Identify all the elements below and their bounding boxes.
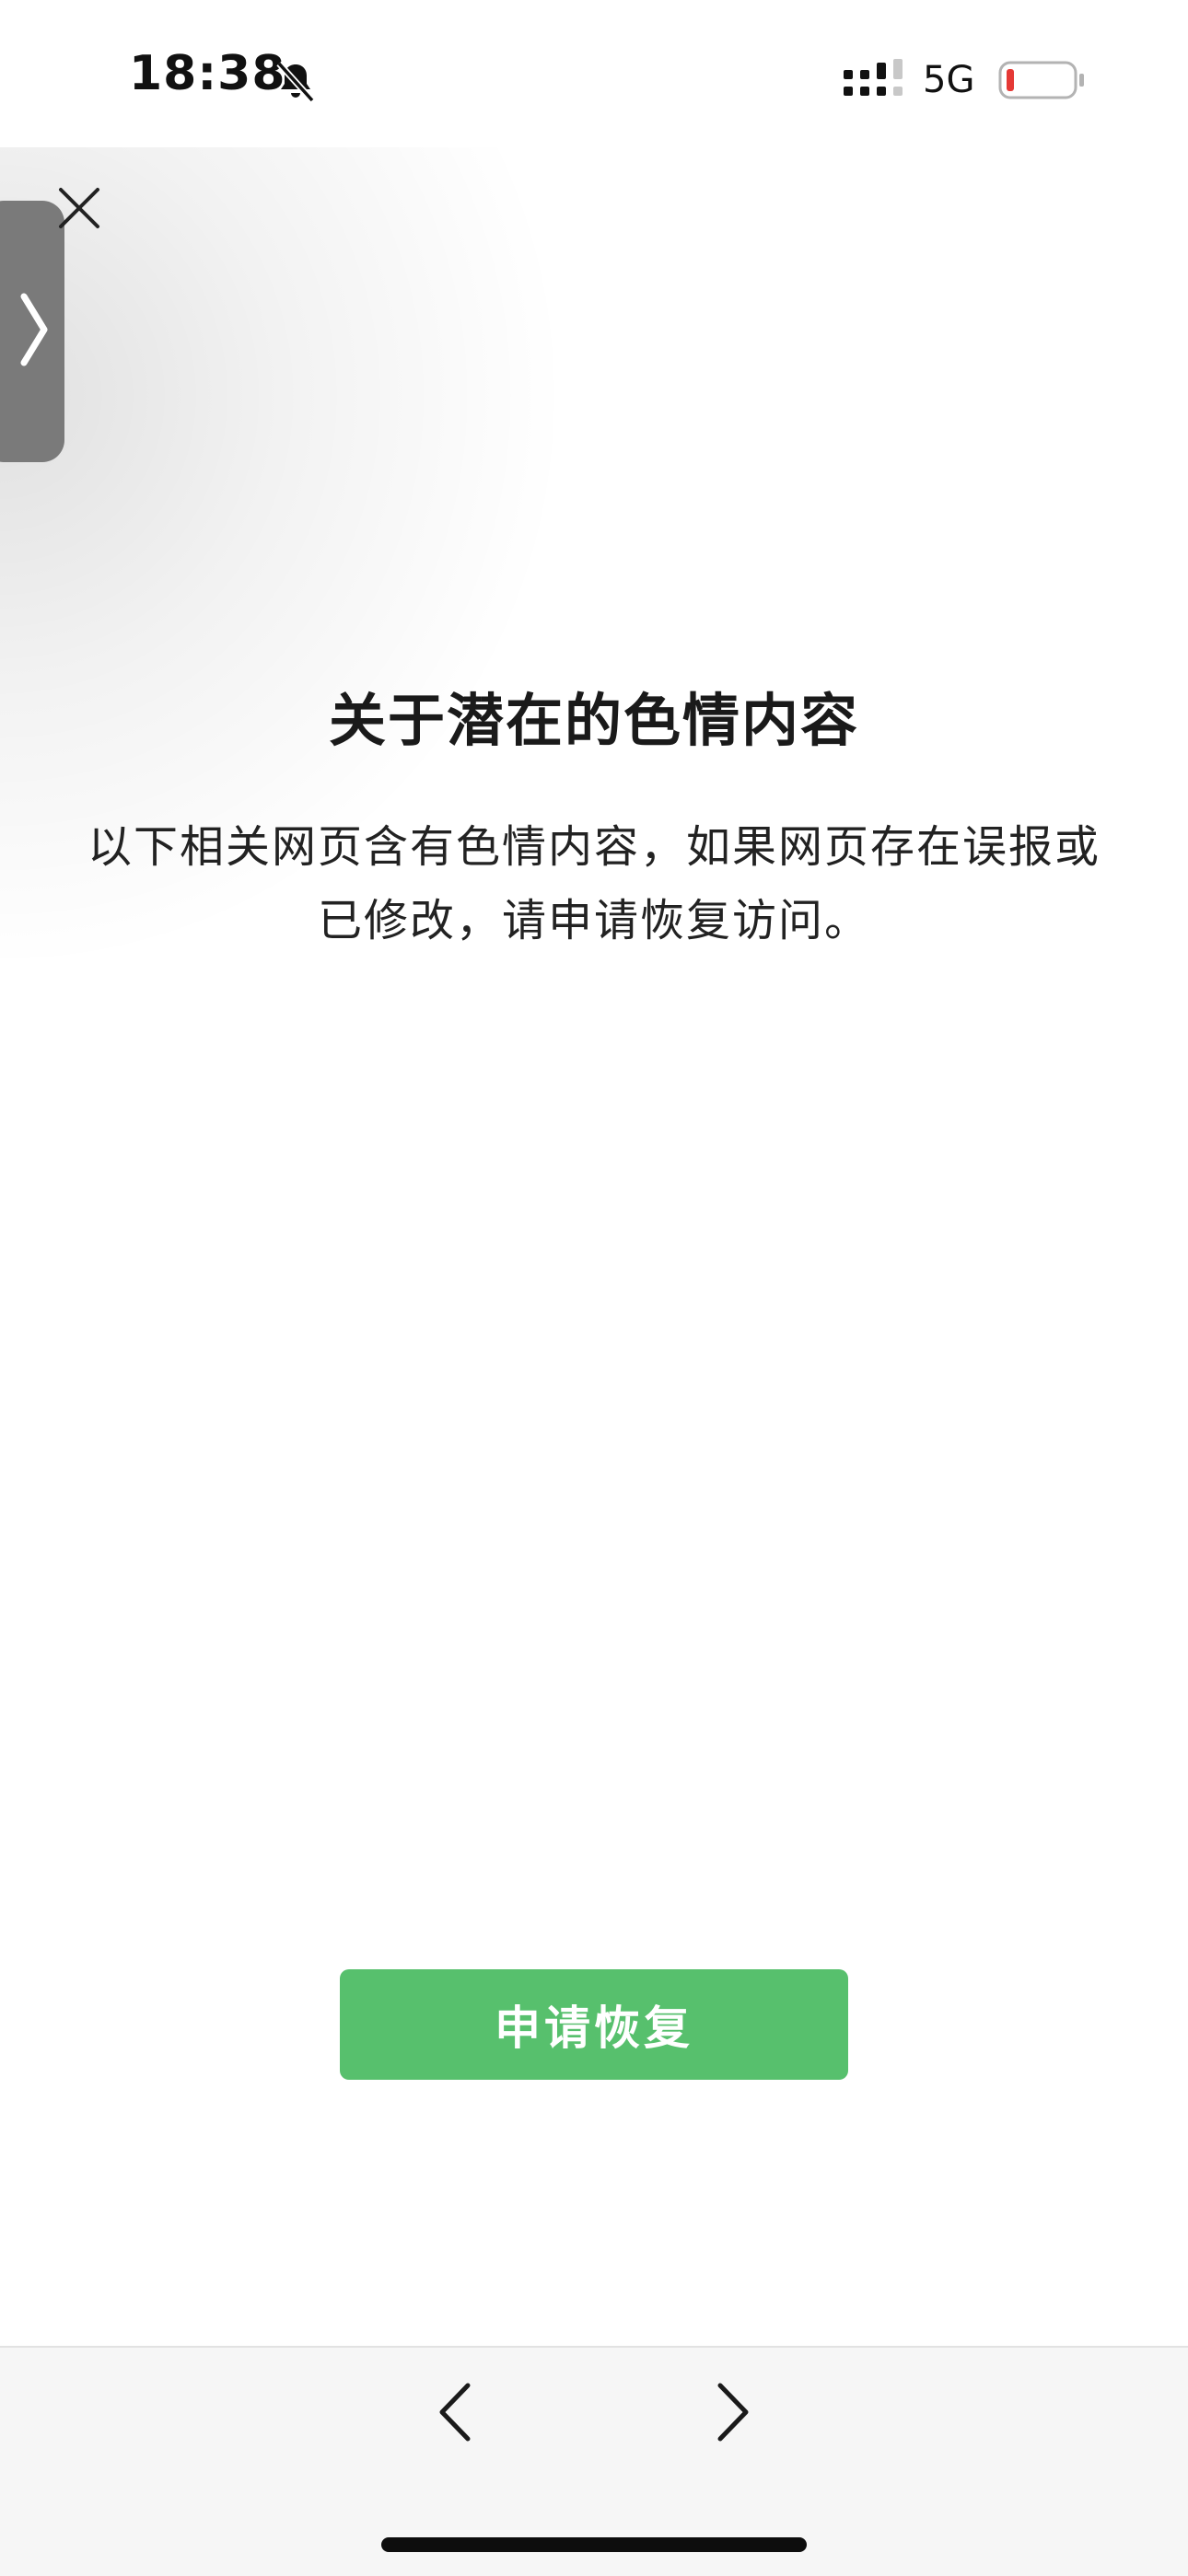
page-title: 关于潜在的色情内容 — [328, 687, 859, 754]
battery-low-icon — [998, 61, 1084, 99]
chevron-right-icon[interactable] — [705, 2380, 757, 2444]
restore-access-button[interactable]: 申请恢复 — [340, 1969, 848, 2080]
close-icon[interactable] — [57, 186, 101, 230]
page-description: 以下相关网页含有色情内容，如果网页存在误报或已修改，请申请恢复访问。 — [87, 821, 1101, 946]
status-bar: 18:38 5G — [0, 0, 1188, 166]
chevron-left-icon[interactable] — [431, 2380, 483, 2444]
network-label: 5G — [923, 59, 975, 101]
signal-icon — [844, 59, 903, 96]
home-indicator[interactable] — [381, 2537, 807, 2552]
side-tab-chevron-icon — [20, 293, 48, 366]
bell-slash-icon — [276, 61, 315, 103]
status-time: 18:38 — [129, 46, 286, 101]
